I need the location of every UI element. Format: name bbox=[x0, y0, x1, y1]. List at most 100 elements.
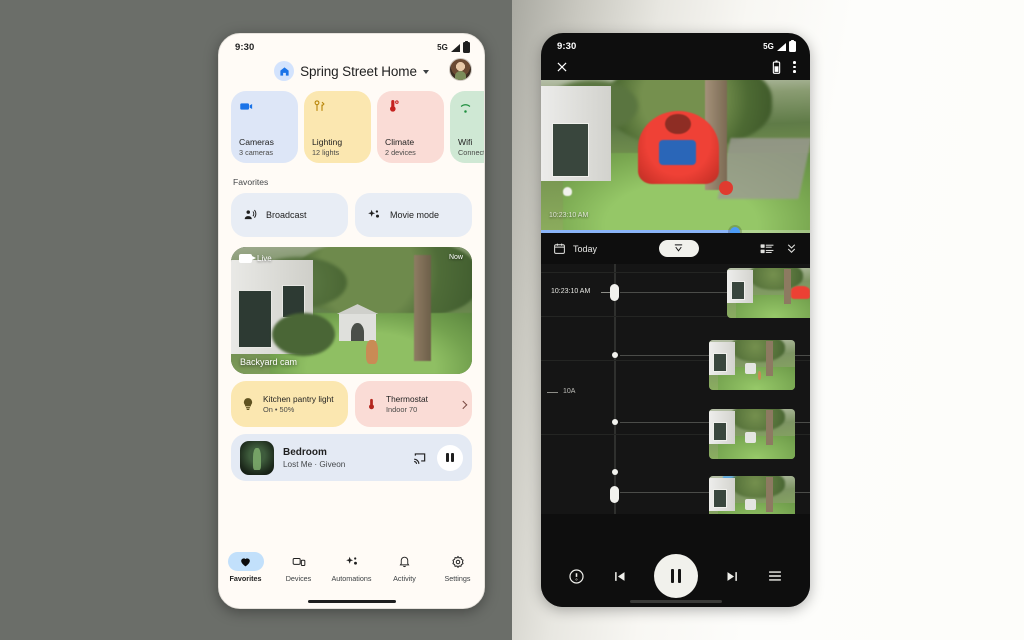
favorites-section-label: Favorites bbox=[233, 177, 269, 187]
category-sub: 3 cameras bbox=[239, 147, 274, 157]
media-pause-button[interactable] bbox=[437, 444, 463, 471]
home-icon bbox=[274, 61, 295, 81]
category-label: Climate bbox=[385, 137, 415, 148]
category-card-climate[interactable]: Climate 2 devices bbox=[377, 91, 444, 163]
media-text: Bedroom Lost Me · Giveon bbox=[283, 447, 403, 469]
overflow-menu-icon[interactable] bbox=[793, 61, 796, 73]
sidebar-item-automations[interactable]: Automations bbox=[325, 552, 378, 583]
camera-doghouse bbox=[339, 313, 376, 341]
event-thumbnail-1[interactable] bbox=[727, 268, 810, 318]
list-view-icon[interactable] bbox=[760, 243, 774, 255]
sidebar-item-favorites[interactable]: Favorites bbox=[219, 552, 272, 583]
timeline-track[interactable] bbox=[614, 264, 616, 514]
timeline-event-marker[interactable] bbox=[611, 419, 618, 425]
view-controls bbox=[760, 242, 798, 255]
camera-feed-card[interactable]: Live Now Backyard cam bbox=[231, 247, 472, 374]
bottom-navigation: Favorites Devices Automations Activity S… bbox=[219, 546, 484, 608]
collapse-icon[interactable] bbox=[785, 242, 798, 255]
page-title[interactable]: Spring Street Home bbox=[300, 64, 417, 79]
timeline-scrubber-handle[interactable] bbox=[610, 284, 619, 301]
devices-icon bbox=[292, 557, 305, 566]
heart-filled-icon bbox=[241, 558, 250, 567]
status-bar-right: 9:30 5G bbox=[541, 33, 810, 54]
cast-icon[interactable] bbox=[412, 451, 428, 465]
broadcast-icon bbox=[244, 209, 257, 220]
timeline-event-marker[interactable] bbox=[611, 469, 618, 475]
favorites-row: Broadcast Movie mode bbox=[219, 193, 484, 237]
calendar-icon bbox=[554, 243, 565, 254]
video-ball bbox=[718, 180, 733, 195]
event-timeline[interactable]: 10:23:10 AM 10A bbox=[541, 264, 810, 514]
sparkle-icon bbox=[345, 556, 357, 565]
close-icon[interactable] bbox=[555, 60, 569, 74]
app-bar-right bbox=[541, 54, 810, 80]
screenshot-stage: 9:30 5G Spring Street Home Cameras 3 cam… bbox=[0, 0, 1024, 640]
sidebar-item-activity[interactable]: Activity bbox=[378, 552, 431, 583]
skip-next-icon[interactable] bbox=[725, 569, 740, 584]
thermometer-icon bbox=[369, 398, 374, 409]
playback-controls bbox=[541, 545, 810, 607]
camera-dog bbox=[365, 339, 378, 364]
video-timestamp-overlay: 10:23:10 AM bbox=[549, 212, 589, 219]
skip-previous-icon[interactable] bbox=[612, 569, 627, 584]
video-person bbox=[637, 110, 719, 185]
date-selector[interactable]: Today bbox=[553, 242, 597, 255]
category-row[interactable]: Cameras 3 cameras Lighting 12 lights Cli… bbox=[219, 89, 484, 163]
timeline-hour-tick bbox=[547, 392, 558, 393]
camera-window bbox=[238, 290, 272, 349]
category-sub: 12 lights bbox=[312, 147, 340, 157]
device-tile-thermostat[interactable]: Thermostat Indoor 70 bbox=[355, 381, 472, 427]
nav-label: Favorites bbox=[229, 574, 262, 583]
camera-tree bbox=[414, 254, 432, 362]
sidebar-item-settings[interactable]: Settings bbox=[431, 552, 484, 583]
home-header: Spring Street Home bbox=[219, 55, 484, 89]
sidebar-item-devices[interactable]: Devices bbox=[272, 552, 325, 583]
video-progress-bar[interactable] bbox=[541, 226, 810, 233]
avatar[interactable] bbox=[449, 58, 472, 81]
menu-icon[interactable] bbox=[767, 569, 783, 583]
battery-icon bbox=[789, 39, 796, 52]
camera-bush bbox=[271, 313, 335, 357]
nav-pill-settings bbox=[440, 552, 476, 571]
favorite-movie-mode-button[interactable]: Movie mode bbox=[355, 193, 472, 237]
live-label: Live bbox=[257, 254, 272, 263]
video-progress-fill bbox=[541, 230, 735, 233]
category-label: Cameras bbox=[239, 137, 274, 148]
media-player-card[interactable]: Bedroom Lost Me · Giveon bbox=[231, 434, 472, 481]
jump-to-live-button[interactable] bbox=[658, 240, 699, 257]
phone-left-google-home-app: 9:30 5G Spring Street Home Cameras 3 cam… bbox=[218, 33, 485, 609]
status-indicators: 5G bbox=[763, 39, 796, 52]
nav-pill-favorites bbox=[227, 552, 264, 571]
favorite-label: Movie mode bbox=[390, 210, 440, 220]
nav-pill-activity bbox=[387, 552, 423, 571]
chevron-right-icon[interactable] bbox=[458, 400, 468, 410]
info-icon[interactable] bbox=[568, 568, 585, 585]
tile-subtitle: Indoor 70 bbox=[386, 405, 418, 415]
favorite-broadcast-button[interactable]: Broadcast bbox=[231, 193, 348, 237]
jump-to-top-icon bbox=[674, 244, 683, 252]
timeline-scrubber-handle[interactable] bbox=[610, 486, 619, 503]
video-progress-handle[interactable] bbox=[729, 226, 740, 233]
category-card-wifi[interactable]: Wifi Connected bbox=[450, 91, 484, 163]
favorite-label: Broadcast bbox=[266, 210, 307, 220]
category-card-lighting[interactable]: Lighting 12 lights bbox=[304, 91, 371, 163]
category-card-cameras[interactable]: Cameras 3 cameras bbox=[231, 91, 298, 163]
phone-right-camera-history: 9:30 5G 10:23:10 AM Today 10:23:10 AM 10… bbox=[541, 33, 810, 607]
signal-bars-icon bbox=[777, 42, 786, 51]
event-thumbnail-2[interactable] bbox=[709, 340, 795, 390]
device-tile-kitchen-pantry-light[interactable]: Kitchen pantry light On • 50% bbox=[231, 381, 348, 427]
event-thumbnail-4[interactable] bbox=[709, 476, 795, 514]
tile-subtitle: On • 50% bbox=[263, 405, 295, 415]
nav-label: Automations bbox=[331, 574, 372, 583]
event-thumbnail-3[interactable] bbox=[709, 409, 795, 459]
battery-icon[interactable] bbox=[772, 60, 781, 74]
media-title: Bedroom bbox=[283, 446, 327, 458]
timeline-event-marker[interactable] bbox=[611, 352, 618, 358]
category-label: Wifi bbox=[458, 137, 473, 148]
chevron-down-icon[interactable] bbox=[422, 70, 429, 74]
play-pause-button[interactable] bbox=[653, 554, 698, 598]
nav-label: Devices bbox=[285, 574, 312, 583]
live-video-player[interactable]: 10:23:10 AM bbox=[541, 80, 810, 233]
timeline-current-time-label: 10:23:10 AM bbox=[551, 288, 591, 295]
network-label: 5G bbox=[437, 43, 448, 52]
